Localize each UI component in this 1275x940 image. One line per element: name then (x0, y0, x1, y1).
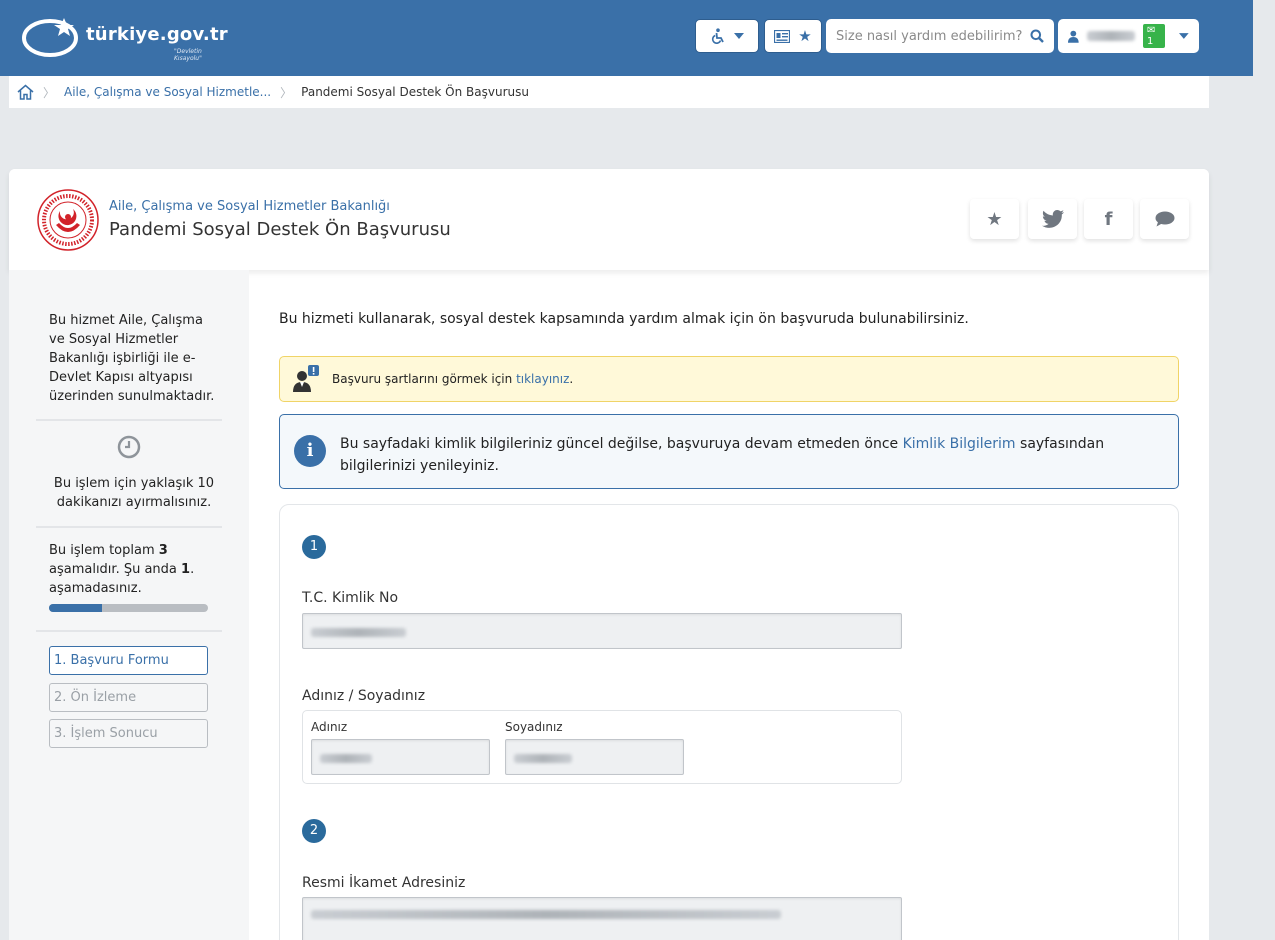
search-box[interactable] (826, 19, 1054, 53)
address-value-redacted (311, 910, 781, 919)
user-menu[interactable]: ✉1 (1058, 19, 1199, 53)
identity-info-alert: i Bu sayfadaki kimlik bilgileriniz günce… (279, 414, 1179, 489)
intro-text: Bu hizmeti kullanarak, sosyal destek kap… (279, 311, 969, 327)
breadcrumb-current: Pandemi Sosyal Destek Ön Başvurusu (301, 85, 529, 99)
facebook-share-button[interactable]: f (1084, 199, 1133, 239)
divider (36, 419, 222, 421)
address-label: Resmi İkamet Adresiniz (302, 875, 466, 891)
breadcrumb: 〉 Aile, Çalışma ve Sosyal Hizmetle... 〉 … (9, 76, 1209, 108)
requirements-text: Başvuru şartlarını görmek için tıklayını… (332, 372, 574, 386)
search-icon[interactable] (1030, 29, 1044, 43)
twitter-icon (1041, 210, 1064, 228)
tc-value-redacted (311, 628, 406, 637)
service-header: Aile, Çalışma ve Sosyal Hizmetler Bakanl… (9, 169, 1209, 270)
tc-label: T.C. Kimlik No (302, 590, 399, 606)
first-name-label: Adınız (311, 720, 348, 734)
user-alert-icon (293, 365, 319, 392)
ministry-name: Aile, Çalışma ve Sosyal Hizmetler Bakanl… (109, 199, 390, 214)
id-card-icon (774, 29, 791, 43)
logo-text: türkiye.gov.tr (86, 24, 228, 45)
divider (36, 526, 222, 528)
service-about-text: Bu hizmet Aile, Çalışma ve Sosyal Hizmet… (49, 313, 215, 404)
requirements-link[interactable]: tıklayınız (516, 372, 569, 386)
favorite-button[interactable]: ★ (970, 199, 1019, 239)
name-group: Adınız Soyadınız (302, 710, 902, 784)
name-group-label: Adınız / Soyadınız (302, 688, 426, 704)
wheelchair-icon (711, 28, 724, 44)
last-name-label: Soyadınız (505, 720, 563, 734)
application-form: 1 T.C. Kimlik No Adınız / Soyadınız Adın… (279, 504, 1179, 940)
tc-input[interactable] (302, 613, 902, 649)
step-progress-bar (49, 604, 208, 612)
top-bar: türkiye.gov.tr "Devletin Kısayolu" ★ Siz… (0, 0, 1275, 76)
search-input[interactable] (836, 28, 1026, 44)
last-name-input[interactable] (505, 739, 684, 775)
kimlik-bilgilerim-link[interactable]: Kimlik Bilgilerim (903, 436, 1016, 452)
clock-icon (117, 435, 141, 459)
breadcrumb-separator: 〉 (280, 85, 293, 100)
logo-emblem-icon (22, 18, 78, 57)
logo-slogan: "Devletin Kısayolu" (174, 48, 202, 62)
message-count: 1 (1147, 36, 1154, 47)
envelope-icon: ✉ (1147, 25, 1156, 36)
first-name-input[interactable] (311, 739, 490, 775)
user-name-redacted (1086, 31, 1136, 41)
step-status-text: Bu işlem toplam 3 aşamalıdır. Şu anda 1.… (49, 543, 195, 596)
ministry-emblem-icon (37, 189, 99, 251)
turkiye-gov-logo[interactable]: türkiye.gov.tr "Devletin Kısayolu" (20, 12, 230, 62)
section-number: 2 (302, 819, 326, 843)
step-islem-sonucu: 3. İşlem Sonucu (49, 719, 208, 748)
address-input[interactable] (302, 897, 902, 940)
page-scrollbar[interactable] (1253, 0, 1275, 940)
last-name-value-redacted (514, 754, 572, 763)
info-text: Bu sayfadaki kimlik bilgileriniz güncel … (340, 436, 903, 452)
breadcrumb-separator: 〉 (43, 85, 56, 100)
requirements-alert: Başvuru şartlarını görmek için tıklayını… (279, 356, 1179, 402)
home-icon[interactable] (17, 84, 34, 100)
twitter-share-button[interactable] (1028, 199, 1077, 239)
step-basvuru-formu[interactable]: 1. Başvuru Formu (49, 646, 208, 675)
duration-text: Bu işlem için yaklaşık 10 dakikanızı ayı… (53, 476, 215, 510)
star-icon: ★ (986, 208, 1003, 230)
divider (36, 630, 222, 632)
step-on-izleme: 2. Ön İzleme (49, 683, 208, 712)
feedback-button[interactable] (1140, 199, 1189, 239)
breadcrumb-ministry-link[interactable]: Aile, Çalışma ve Sosyal Hizmetle... (64, 85, 271, 99)
caret-down-icon (734, 33, 744, 39)
service-title: Pandemi Sosyal Destek Ön Başvurusu (109, 219, 451, 240)
service-card: Aile, Çalışma ve Sosyal Hizmetler Bakanl… (9, 169, 1209, 940)
first-name-value-redacted (320, 754, 372, 763)
accessibility-button[interactable] (695, 19, 759, 53)
sidebar: Bu hizmet Aile, Çalışma ve Sosyal Hizmet… (9, 270, 249, 940)
chat-bubble-icon (1155, 211, 1174, 227)
info-icon: i (294, 435, 326, 467)
user-icon (1068, 30, 1079, 43)
facebook-icon: f (1104, 208, 1113, 230)
favorites-card-button[interactable]: ★ (764, 19, 822, 53)
caret-down-icon (1179, 33, 1189, 39)
message-badge[interactable]: ✉1 (1143, 24, 1166, 48)
progress-fill (49, 604, 102, 612)
star-icon: ★ (798, 27, 812, 45)
section-number: 1 (302, 535, 326, 559)
